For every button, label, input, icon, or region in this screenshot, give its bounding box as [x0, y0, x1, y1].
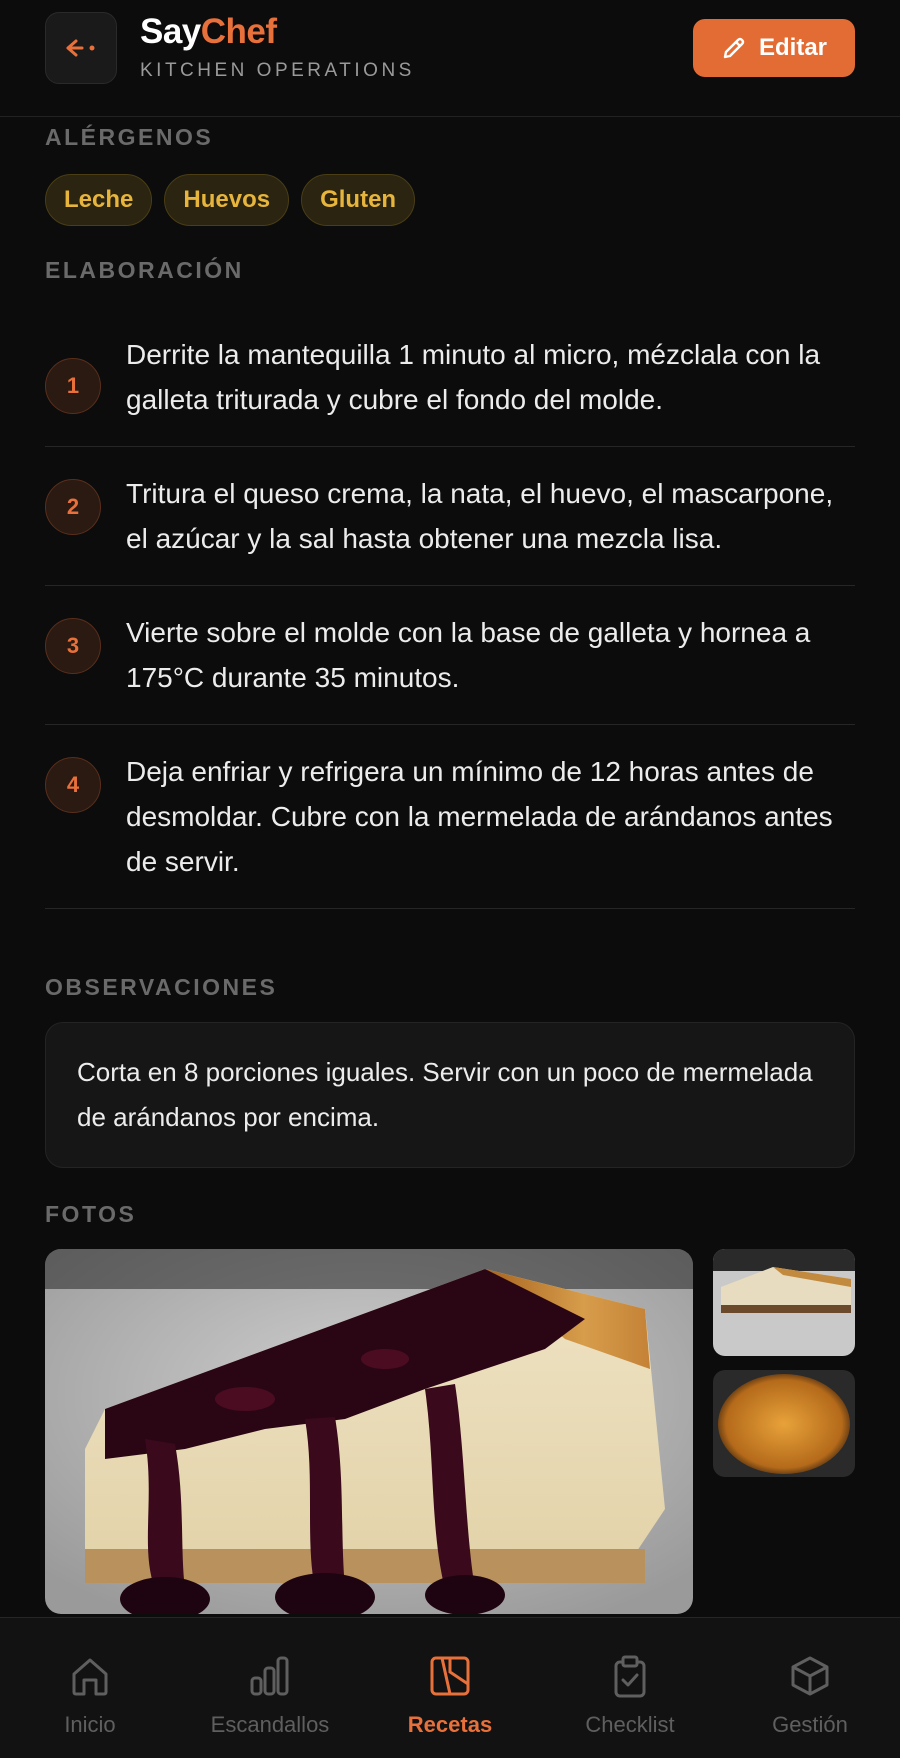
step-text: Vierte sobre el molde con la base de gal… — [126, 617, 811, 693]
brand-say: Say — [140, 12, 201, 51]
steps-list: 1 Derrite la mantequilla 1 minuto al mic… — [45, 308, 855, 909]
observations-box: Corta en 8 porciones iguales. Servir con… — [45, 1022, 855, 1168]
bar-chart-icon — [250, 1656, 289, 1696]
step-text: Derrite la mantequilla 1 minuto al micro… — [126, 339, 821, 415]
edit-button-label: Editar — [758, 34, 827, 61]
brand-chef: Chef — [200, 12, 277, 51]
brand: SayChef KITCHEN OPERATIONS — [140, 12, 415, 82]
nav-item-inicio[interactable]: Inicio — [0, 1654, 180, 1738]
photos-heading: FOTOS — [45, 1201, 137, 1227]
nav-label: Gestión — [772, 1712, 848, 1737]
app-header: SayChef KITCHEN OPERATIONS Editar — [0, 0, 900, 117]
step-number: 4 — [45, 757, 101, 813]
clipboard-check-icon — [614, 1655, 646, 1698]
step-number: 3 — [45, 618, 101, 674]
nav-item-checklist[interactable]: Checklist — [540, 1654, 720, 1738]
back-button[interactable] — [45, 12, 117, 84]
steps-heading: ELABORACIÓN — [45, 257, 244, 283]
step-number: 2 — [45, 479, 101, 535]
step-item: 3 Vierte sobre el molde con la base de g… — [45, 586, 855, 725]
pencil-icon — [723, 37, 745, 59]
nav-label: Recetas — [407, 1712, 493, 1737]
home-icon — [72, 1658, 108, 1696]
thumbnail-photo-cheesecake-side[interactable] — [713, 1249, 855, 1356]
step-text: Deja enfriar y refrigera un mínimo de 12… — [126, 756, 833, 877]
recipe-book-icon — [430, 1656, 470, 1696]
nav-label: Inicio — [64, 1712, 116, 1737]
allergen-chip: Gluten — [301, 174, 416, 226]
edit-button[interactable]: Editar — [693, 19, 855, 77]
allergen-chip: Leche — [45, 174, 153, 226]
step-item: 1 Derrite la mantequilla 1 minuto al mic… — [45, 308, 855, 447]
nav-item-gestion[interactable]: Gestión — [720, 1654, 900, 1738]
step-item: 2 Tritura el queso crema, la nata, el hu… — [45, 447, 855, 586]
nav-item-escandallos[interactable]: Escandallos — [180, 1654, 360, 1738]
bottom-navigation: Inicio Escandallos Recetas Checklist Ges… — [0, 1617, 900, 1758]
step-item: 4 Deja enfriar y refrigera un mínimo de … — [45, 725, 855, 909]
nav-label: Escandallos — [210, 1712, 330, 1737]
nav-item-recetas[interactable]: Recetas — [360, 1654, 540, 1738]
box-icon — [791, 1656, 829, 1696]
allergen-chip: Huevos — [164, 174, 290, 226]
allergen-chips: Leche Huevos Gluten — [45, 174, 416, 226]
brand-subtitle: KITCHEN OPERATIONS — [140, 60, 415, 81]
step-number: 1 — [45, 358, 101, 414]
back-arrow-icon — [66, 39, 95, 57]
nav-label: Checklist — [585, 1712, 675, 1737]
main-photo-cheesecake-slice[interactable] — [45, 1249, 693, 1614]
step-text: Tritura el queso crema, la nata, el huev… — [126, 478, 834, 554]
observations-heading: OBSERVACIONES — [45, 974, 278, 1000]
allergens-heading: ALÉRGENOS — [45, 124, 214, 150]
brand-name: SayChef — [140, 12, 415, 52]
thumbnail-photo-cheesecake-whole[interactable] — [713, 1370, 855, 1477]
